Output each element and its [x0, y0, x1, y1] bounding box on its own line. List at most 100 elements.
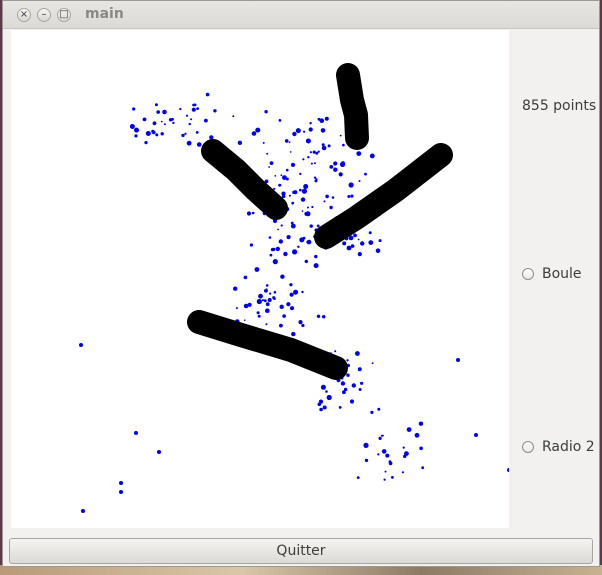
point-dot: [388, 460, 392, 464]
point-dot: [279, 304, 284, 309]
point-dot: [293, 289, 299, 295]
point-dot: [301, 290, 304, 294]
point-dot: [251, 131, 257, 136]
point-dot: [368, 231, 372, 235]
point-dot: [204, 118, 208, 123]
point-dot: [209, 135, 214, 140]
point-dot: [377, 453, 380, 456]
point-dot: [244, 319, 246, 322]
point-dot: [329, 165, 334, 169]
point-dot: [356, 151, 362, 156]
point-dot: [323, 200, 326, 203]
point-dot: [160, 120, 163, 123]
point-dot: [456, 358, 460, 362]
point-dot: [351, 383, 356, 388]
point-dot: [349, 399, 355, 404]
point-dot: [334, 350, 337, 353]
title-bar[interactable]: × – □ main: [3, 1, 599, 29]
point-dot: [272, 296, 276, 300]
point-dot: [280, 174, 283, 177]
radio-2-label: Radio 2: [542, 439, 595, 455]
point-dot: [265, 302, 270, 307]
point-dot: [302, 236, 306, 240]
point-dot: [280, 224, 283, 227]
point-dot: [331, 196, 335, 199]
point-dot: [347, 195, 351, 198]
point-dot: [162, 109, 167, 115]
point-dot: [315, 178, 318, 181]
point-dot: [320, 384, 326, 390]
point-dot: [346, 245, 352, 251]
point-dot: [326, 394, 332, 401]
point-dot: [134, 127, 139, 133]
point-dot: [357, 367, 362, 372]
point-dot: [419, 446, 423, 451]
point-dot: [269, 253, 273, 257]
point-dot: [305, 138, 311, 144]
point-dot: [151, 129, 155, 133]
point-dot: [368, 240, 374, 246]
point-dot: [171, 117, 174, 121]
close-icon[interactable]: ×: [17, 8, 31, 22]
quit-button[interactable]: Quitter: [9, 538, 593, 564]
point-dot: [288, 194, 291, 197]
point-dot: [280, 274, 285, 279]
point-dot: [360, 381, 364, 385]
radio-circle-icon[interactable]: [522, 268, 534, 280]
point-dot: [119, 490, 123, 494]
point-dot: [342, 241, 347, 246]
point-dot: [190, 118, 193, 121]
point-dot: [264, 110, 268, 114]
point-dot: [119, 481, 123, 485]
point-dot: [289, 306, 295, 311]
point-dot: [378, 239, 382, 243]
point-dot: [192, 103, 196, 107]
point-dot: [338, 172, 343, 177]
point-dot: [186, 140, 192, 146]
point-dot: [277, 228, 279, 231]
drawing-surface[interactable]: [11, 30, 509, 528]
point-dot: [402, 446, 405, 449]
radio-boule[interactable]: Boule: [522, 266, 582, 282]
point-dot: [251, 211, 255, 215]
point-dot: [163, 123, 166, 126]
point-dot: [371, 362, 374, 365]
point-dot: [303, 130, 306, 133]
point-dot: [316, 314, 321, 318]
point-dot: [346, 373, 350, 377]
point-dot: [421, 466, 425, 470]
drawing-canvas[interactable]: [11, 30, 509, 528]
point-dot: [474, 433, 478, 437]
point-dot: [292, 190, 296, 194]
point-dot: [262, 141, 265, 144]
point-dot: [232, 115, 235, 118]
point-dot: [284, 139, 289, 143]
point-dot: [314, 254, 318, 259]
radio-circle-icon[interactable]: [522, 441, 534, 453]
point-dot: [401, 471, 404, 474]
point-dot: [298, 320, 303, 325]
point-dot: [268, 236, 272, 239]
point-dot: [325, 194, 329, 199]
point-dot: [237, 140, 243, 145]
minimize-icon[interactable]: –: [37, 8, 51, 22]
point-dot: [205, 92, 210, 97]
point-dot: [378, 436, 382, 440]
point-dot: [312, 150, 316, 154]
point-dot: [300, 197, 306, 202]
maximize-icon[interactable]: □: [57, 8, 71, 22]
point-dot: [289, 283, 293, 287]
point-dot: [333, 167, 338, 172]
point-dot: [385, 453, 390, 458]
point-dot: [333, 161, 338, 166]
point-dot: [391, 476, 394, 479]
drawn-stroke: [187, 310, 348, 380]
point-dot: [350, 194, 354, 198]
point-dot: [319, 118, 325, 123]
radio-2[interactable]: Radio 2: [522, 439, 595, 455]
point-dot: [144, 141, 148, 145]
point-dot: [329, 205, 333, 210]
point-dot: [355, 351, 360, 356]
point-dot: [309, 224, 313, 228]
point-dot: [301, 323, 305, 328]
